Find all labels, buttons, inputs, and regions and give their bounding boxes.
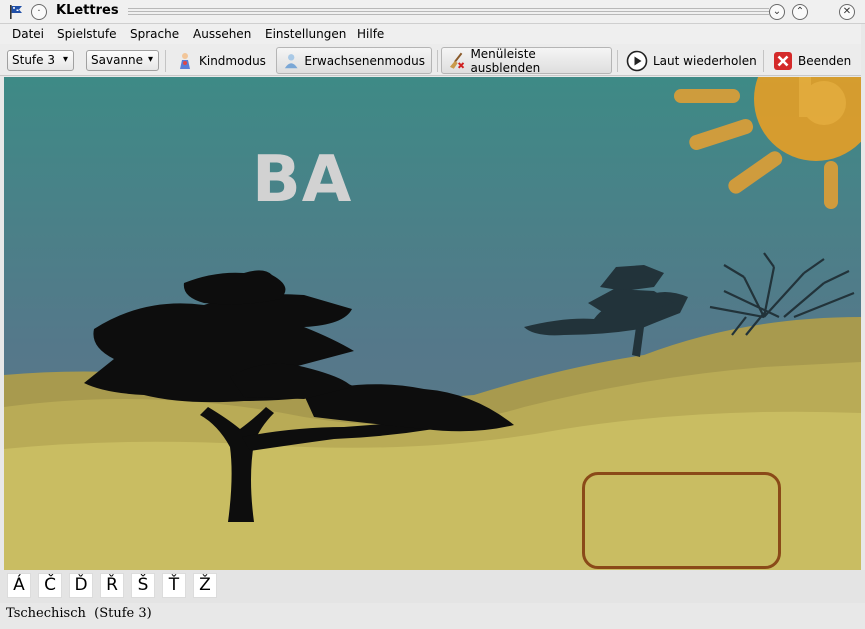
toolbar-separator	[437, 50, 438, 72]
play-icon	[626, 50, 648, 71]
window-frame-right	[861, 24, 865, 629]
menu-bar: Datei Spielstufe Sprache Aussehen Einste…	[0, 24, 865, 44]
app-flag-icon[interactable]	[8, 4, 24, 20]
kid-mode-label: Kindmodus	[199, 53, 266, 68]
window-title: KLettres	[56, 3, 119, 18]
hide-menubar-label: Menüleiste ausblenden	[470, 46, 541, 75]
level-combo[interactable]: Stufe 3 ▾	[7, 50, 74, 71]
close-button[interactable]: ✕	[839, 4, 855, 20]
theme-combo-value: Savanne	[91, 53, 144, 67]
status-bar: Tschechisch (Stufe 3)	[0, 603, 865, 629]
quit-label: Beenden	[798, 53, 852, 68]
char-button-d-caron[interactable]: Ď	[69, 573, 93, 598]
menu-sprache[interactable]: Sprache	[130, 27, 179, 41]
quit-icon	[774, 51, 792, 70]
special-chars-bar: Á Č Ď Ř Š Ť Ž	[0, 570, 865, 603]
window-menu-button[interactable]: ·	[31, 4, 47, 20]
char-button-t-caron[interactable]: Ť	[162, 573, 186, 598]
toolbar-separator	[617, 50, 618, 72]
child-icon	[180, 52, 190, 69]
grownup-mode-button[interactable]: Erwachsenenmodus	[276, 47, 432, 74]
chevron-down-icon: ▾	[62, 54, 68, 65]
menu-spielstufe[interactable]: Spielstufe	[57, 27, 116, 41]
toolbar-separator	[763, 50, 764, 72]
title-bar: · KLettres ⌄ ⌃ ✕	[0, 0, 865, 24]
status-text: Tschechisch (Stufe 3)	[6, 606, 152, 621]
repeat-label: Laut wiederholen	[653, 53, 757, 68]
chevron-down-icon: ▾	[147, 54, 153, 65]
level-combo-value: Stufe 3	[12, 53, 55, 67]
char-button-s-caron[interactable]: Š	[131, 573, 155, 598]
adult-icon	[284, 53, 298, 68]
toolbar-separator	[165, 50, 166, 72]
char-button-r-caron[interactable]: Ř	[100, 573, 124, 598]
menu-hilfe[interactable]: Hilfe	[357, 27, 384, 41]
menu-einstellungen[interactable]: Einstellungen	[265, 27, 346, 41]
theme-combo[interactable]: Savanne ▾	[86, 50, 159, 71]
hide-menubar-button[interactable]: Menüleiste ausblenden	[441, 46, 612, 75]
char-button-a-acute[interactable]: Á	[7, 573, 31, 598]
broom-icon	[449, 52, 465, 69]
grownup-mode-label: Erwachsenenmodus	[304, 53, 425, 68]
repeat-button[interactable]: Laut wiederholen	[620, 47, 763, 74]
char-button-z-caron[interactable]: Ž	[193, 573, 217, 598]
kid-mode-button[interactable]: Kindmodus	[170, 47, 272, 74]
minimize-button[interactable]: ⌄	[769, 4, 785, 20]
menu-datei[interactable]: Datei	[12, 27, 44, 41]
answer-input-box[interactable]	[582, 472, 781, 569]
menu-aussehen[interactable]: Aussehen	[193, 27, 251, 41]
quit-button[interactable]: Beenden	[767, 47, 857, 74]
title-decoration	[128, 8, 769, 17]
game-stage: BA	[4, 77, 861, 570]
char-button-c-caron[interactable]: Č	[38, 573, 62, 598]
syllable-display: BA	[252, 143, 353, 217]
toolbar: Stufe 3 ▾ Savanne ▾ Kindmodus Erwachsene…	[0, 44, 865, 76]
maximize-button[interactable]: ⌃	[792, 4, 808, 20]
window-frame-left	[0, 77, 4, 570]
